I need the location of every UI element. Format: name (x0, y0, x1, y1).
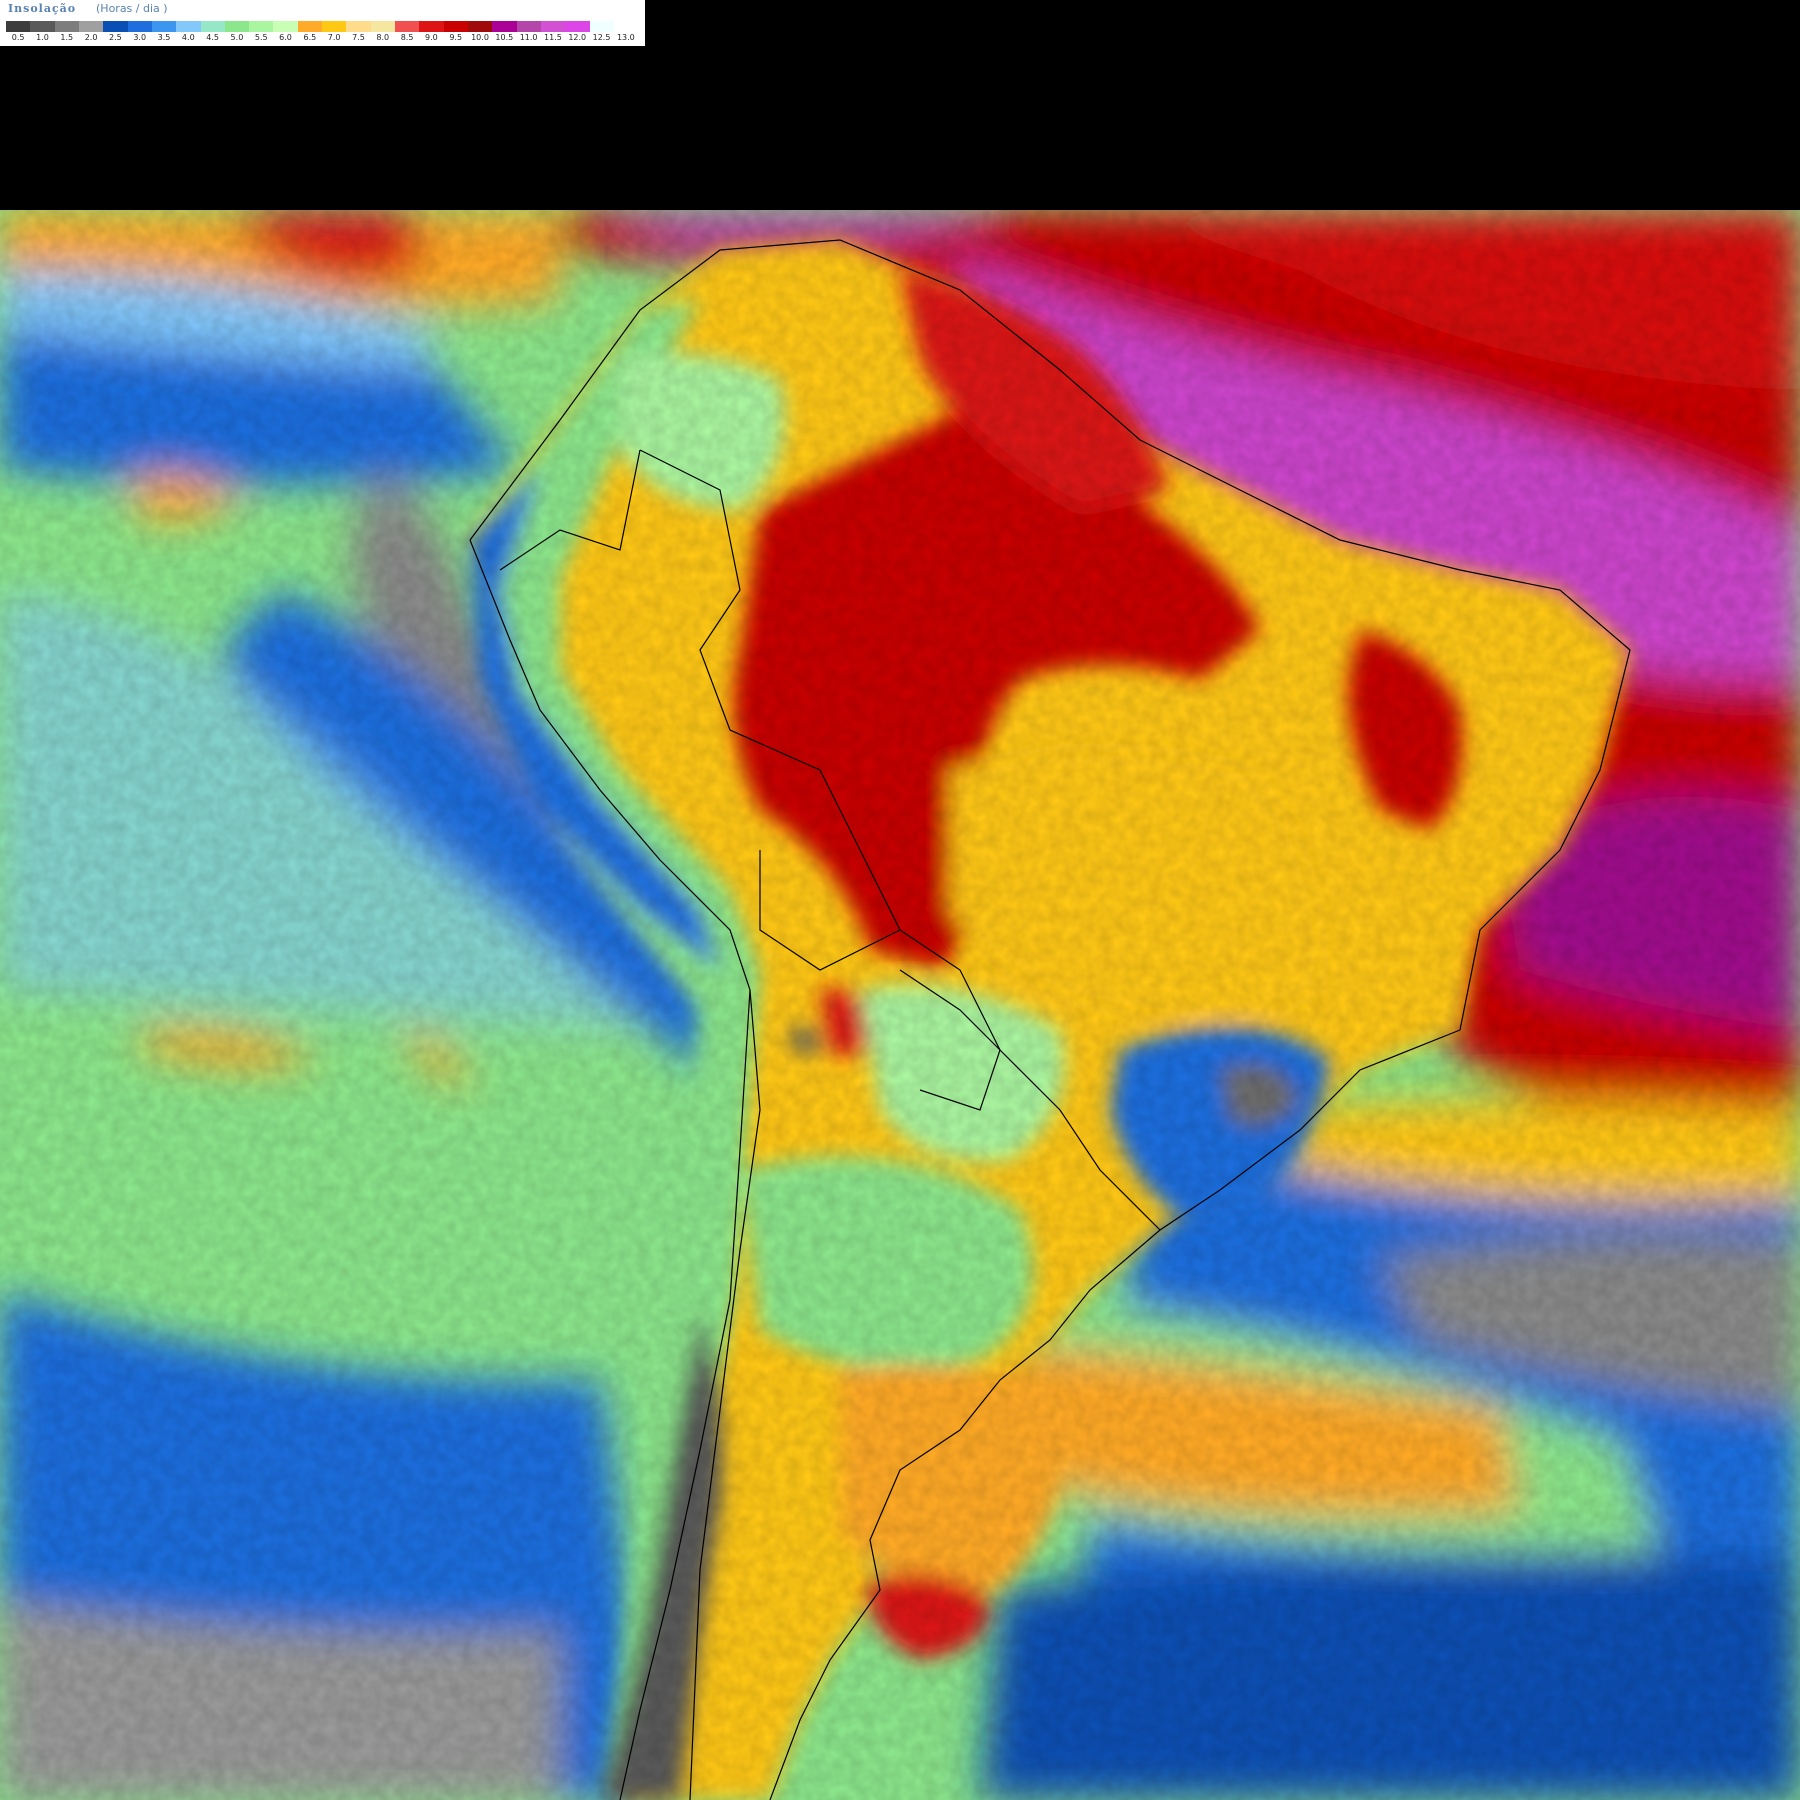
legend-swatch (370, 21, 395, 32)
legend-swatch (297, 21, 323, 32)
legend-tick-label: 2.5 (109, 33, 122, 42)
legend-swatch (78, 21, 104, 32)
legend-swatch (151, 21, 177, 32)
legend-swatch (540, 21, 566, 32)
legend-swatch (516, 21, 541, 32)
legend-tick-label: 10.5 (495, 33, 514, 42)
insolation-map (0, 210, 1800, 1800)
legend-swatch (103, 21, 128, 32)
legend-tick-label: 1.0 (36, 33, 49, 42)
legend-tick-label: 11.0 (519, 33, 538, 42)
legend-swatch (127, 21, 152, 32)
legend-tick-label: 4.0 (181, 33, 195, 42)
legend-tick-label: 2.0 (84, 33, 98, 42)
legend-tick-label: 4.5 (206, 33, 219, 42)
legend-swatch (273, 21, 298, 32)
legend-tick-label: 12.0 (568, 33, 587, 42)
legend-swatch (589, 21, 614, 32)
legend-tick-label: 8.5 (400, 33, 414, 42)
legend-tick-label: 11.5 (544, 33, 562, 42)
legend-swatch (176, 21, 201, 32)
legend-tick-label: 8.0 (376, 33, 390, 42)
legend-tick-label: 7.0 (327, 33, 341, 42)
legend-tick-label: 9.0 (425, 33, 438, 42)
legend-swatch (565, 21, 590, 32)
legend-tick-labels: 0.5 1.0 1.5 2.0 2.5 3.0 3.5 4.0 4.5 5.0 5.5 6.0 6.5 7… (6, 33, 638, 45)
legend-swatch (6, 21, 31, 32)
legend-tick-label: 6.5 (303, 33, 317, 42)
legend-tick-label: 3.0 (133, 33, 147, 42)
legend-tick-label: 9.5 (449, 33, 463, 42)
legend-tick-label: 1.5 (60, 33, 74, 42)
legend-swatch (224, 21, 250, 32)
color-legend: Insolação (Horas / dia ) 0.5 1.0 1.5 2.0 2.5… (0, 0, 645, 46)
legend-swatch (419, 21, 444, 32)
legend-swatch (613, 21, 639, 32)
legend-color-bar (6, 21, 639, 32)
texture-overlay (0, 210, 1800, 1800)
legend-swatch (467, 21, 493, 32)
legend-tick-label: 12.5 (592, 33, 611, 42)
legend-title: Insolação (8, 2, 77, 15)
legend-tick-label: 13.0 (616, 33, 635, 42)
legend-units: (Horas / dia ) (96, 2, 168, 15)
legend-tick-label: 5.0 (230, 33, 244, 42)
legend-tick-label: 3.5 (157, 33, 171, 42)
legend-tick-label: 6.0 (279, 33, 292, 42)
legend-swatch (443, 21, 468, 32)
legend-tick-label: 0.5 (11, 33, 25, 42)
legend-swatch (346, 21, 371, 32)
legend-swatch (249, 21, 274, 32)
legend-swatch (395, 21, 420, 32)
legend-swatch (322, 21, 347, 32)
legend-swatch (492, 21, 517, 32)
legend-tick-label: 10.0 (471, 33, 489, 42)
legend-tick-label: 5.5 (254, 33, 268, 42)
legend-swatch (30, 21, 55, 32)
legend-swatch (200, 21, 225, 32)
legend-tick-label: 7.5 (352, 33, 365, 42)
legend-swatch (54, 21, 79, 32)
